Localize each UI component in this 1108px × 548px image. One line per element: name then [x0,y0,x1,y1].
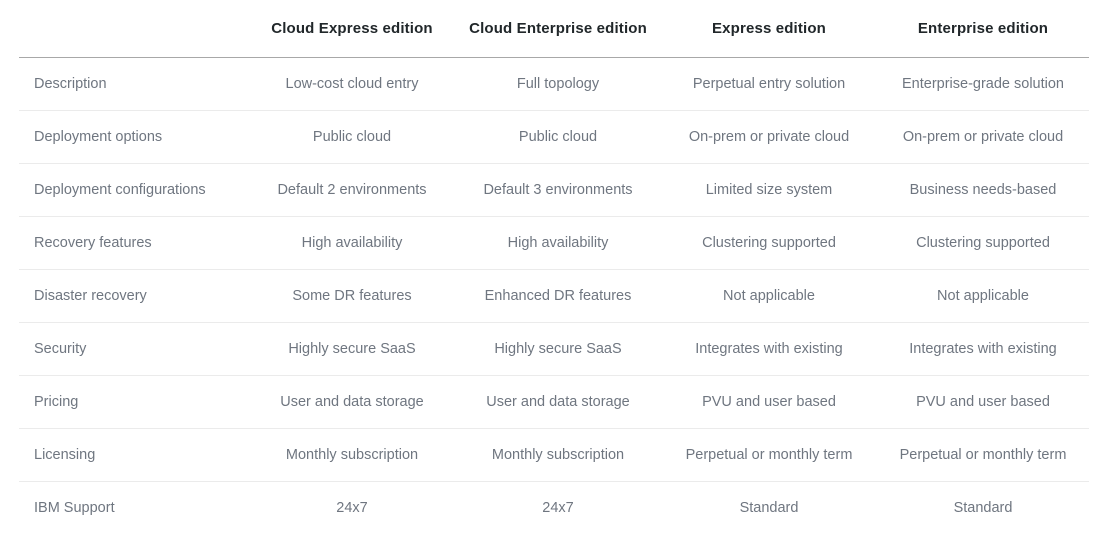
feature-label: Deployment configurations [19,163,249,217]
table-cell: Clustering supported [661,216,877,270]
table-cell: Perpetual or monthly term [661,428,877,482]
table-cell: 24x7 [455,481,661,534]
table-cell: Monthly subscription [249,428,455,482]
table-cell: Public cloud [455,110,661,164]
table-cell: Highly secure SaaS [249,322,455,376]
table-cell: On-prem or private cloud [877,110,1089,164]
table-cell: Monthly subscription [455,428,661,482]
table-cell: Business needs-based [877,163,1089,217]
table-cell: Full topology [455,57,661,111]
table-body: Description Low-cost cloud entry Full to… [19,57,1089,534]
table-cell: Highly secure SaaS [455,322,661,376]
table-header-row: Cloud Express edition Cloud Enterprise e… [19,0,1089,58]
feature-label: Licensing [19,428,249,482]
edition-comparison-table: Cloud Express edition Cloud Enterprise e… [19,0,1089,534]
table-cell: On-prem or private cloud [661,110,877,164]
table-cell: Public cloud [249,110,455,164]
table-row: IBM Support 24x7 24x7 Standard Standard [19,481,1089,534]
table-cell: Enhanced DR features [455,269,661,323]
table-cell: Not applicable [661,269,877,323]
column-header-cloud-express-edition: Cloud Express edition [249,0,455,58]
table-cell: Some DR features [249,269,455,323]
column-header-cloud-enterprise-edition: Cloud Enterprise edition [455,0,661,58]
table-row: Deployment configurations Default 2 envi… [19,163,1089,217]
table-cell: User and data storage [249,375,455,429]
table-cell: PVU and user based [661,375,877,429]
table-cell: Limited size system [661,163,877,217]
table-header: Cloud Express edition Cloud Enterprise e… [19,0,1089,58]
column-header-enterprise-edition: Enterprise edition [877,0,1089,58]
table-cell: Standard [877,481,1089,534]
table-cell: Standard [661,481,877,534]
table-cell: Integrates with existing [877,322,1089,376]
table-row: Description Low-cost cloud entry Full to… [19,57,1089,111]
table-cell: Perpetual or monthly term [877,428,1089,482]
table-cell: Default 2 environments [249,163,455,217]
table-row: Licensing Monthly subscription Monthly s… [19,428,1089,482]
table-cell: Integrates with existing [661,322,877,376]
feature-label: Pricing [19,375,249,429]
feature-label: Security [19,322,249,376]
table-cell: Low-cost cloud entry [249,57,455,111]
table-row: Security Highly secure SaaS Highly secur… [19,322,1089,376]
table-row: Deployment options Public cloud Public c… [19,110,1089,164]
feature-label: Deployment options [19,110,249,164]
feature-label: IBM Support [19,481,249,534]
table-row: Pricing User and data storage User and d… [19,375,1089,429]
feature-label: Disaster recovery [19,269,249,323]
table-cell: Perpetual entry solution [661,57,877,111]
table-cell: 24x7 [249,481,455,534]
feature-label: Description [19,57,249,111]
comparison-table-container: Cloud Express edition Cloud Enterprise e… [0,0,1108,548]
column-header-express-edition: Express edition [661,0,877,58]
table-cell: Clustering supported [877,216,1089,270]
column-header-feature [19,0,249,58]
table-cell: High availability [455,216,661,270]
table-cell: PVU and user based [877,375,1089,429]
feature-label: Recovery features [19,216,249,270]
table-cell: Not applicable [877,269,1089,323]
table-cell: Enterprise-grade solution [877,57,1089,111]
table-row: Disaster recovery Some DR features Enhan… [19,269,1089,323]
table-cell: User and data storage [455,375,661,429]
table-row: Recovery features High availability High… [19,216,1089,270]
table-cell: High availability [249,216,455,270]
table-cell: Default 3 environments [455,163,661,217]
